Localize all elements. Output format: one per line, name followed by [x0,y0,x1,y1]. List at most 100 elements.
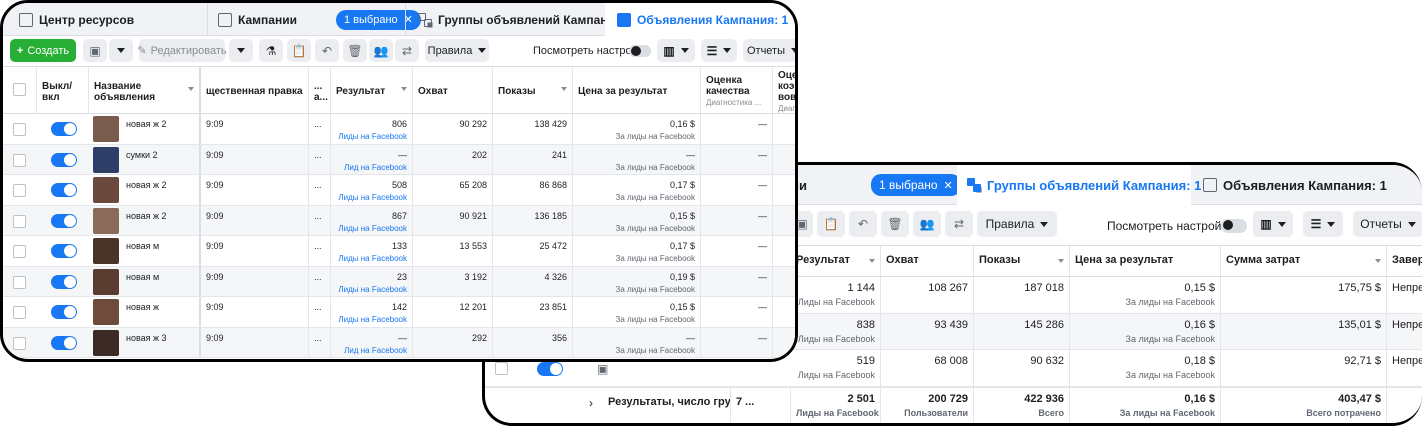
people-icon[interactable]: 👥 [913,211,941,237]
ad-name[interactable]: новая ж 3 [121,327,201,357]
clipboard-icon[interactable]: 📋 [817,211,845,237]
row-checkbox[interactable] [13,275,26,289]
selected-pill[interactable]: 1 выбрано ✕ [871,165,961,205]
trash-icon[interactable]: 🗑 [881,211,909,237]
ad-name[interactable]: новая м [121,266,201,296]
window-icon [617,12,631,27]
col-extra[interactable]: Оце коэ вов Диаг [773,67,795,113]
preview-icon[interactable]: ⇄ [945,211,973,237]
ad-name[interactable]: новая м [121,236,201,266]
row-toggle[interactable] [51,335,77,350]
col-reach[interactable]: Охват [881,246,974,276]
row-toggle[interactable] [51,244,77,258]
tab-resources[interactable]: Центр ресурсов [19,3,134,36]
copy-icon[interactable]: ▣ [83,39,107,62]
chevron-down-icon[interactable] [109,39,133,62]
table-row[interactable]: новая ж 3 9:09... — Лид на Facebook 292 356— З… [3,327,795,358]
table-row[interactable]: новая ж 2 9:09... 508 Лиды на Facebook 65 20… [3,175,795,206]
col-dots[interactable]: ... а... [309,67,331,113]
row-checkbox[interactable] [13,123,26,136]
rules-button[interactable]: Правила [425,39,489,62]
edit-button[interactable]: ✎ Редактировать [137,39,227,62]
columns-button[interactable]: ▥ [1253,211,1293,237]
extra-cell: — [773,236,795,266]
reach-cell: 13 553 [413,236,493,266]
tab-ads[interactable]: Объявления Кампания: 1 [1203,165,1387,205]
trash-icon[interactable]: 🗑 [343,39,367,62]
tab-adsets[interactable]: Группы объявлений Кампания: 1 [957,165,1201,205]
col-onoff[interactable]: Выкл/ вкл [37,67,89,113]
row-toggle[interactable] [51,213,77,228]
col-end[interactable]: Завер [1387,246,1422,276]
table-row[interactable]: новая ж 9:09... 142 Лиды на Facebook 12 201 2… [3,297,795,328]
clipboard-icon[interactable]: 📋 [287,39,311,62]
tab-adsets[interactable]: Группы объявлений Кампания: 1 [405,3,636,36]
row-checkbox[interactable] [13,336,26,350]
row-toggle[interactable] [51,152,77,167]
breakdown-button[interactable]: ☰ [701,39,737,62]
dots-cell: ... [309,297,331,327]
preview-icon[interactable]: ⇄ [395,39,419,62]
view-settings-toggle[interactable] [1221,219,1247,233]
col-cost[interactable]: Цена за результат [1070,246,1221,276]
row-toggle[interactable] [537,362,563,376]
tab-campaigns[interactable]: Кампании 1 выбрано ✕ [207,3,421,36]
row-toggle[interactable] [51,305,77,319]
totals-spend: 403,47 $ Всего потрачено [1221,388,1387,423]
create-button[interactable]: + Создать [10,39,76,62]
ad-name[interactable]: сумки 2 [121,144,201,174]
col-cost[interactable]: Цена за результат [573,67,701,113]
row-checkbox[interactable] [13,245,26,258]
table-row[interactable]: сумки 2 9:09... — Лид на Facebook 202 241— За … [3,144,795,175]
chevron-right-icon[interactable]: › [589,396,593,410]
close-icon[interactable]: ✕ [944,179,953,192]
table-row[interactable]: новая ж 2 9:09... 806 Лиды на Facebook 90 29… [3,114,795,145]
edit-time: 9:09 [201,236,309,266]
undo-icon[interactable]: ↶ [849,211,877,237]
totals-result: 2 501 Лиды на Facebook [791,388,881,423]
people-icon[interactable]: 👥 [369,39,393,62]
rules-button[interactable]: Правила [977,211,1057,237]
tab-ads[interactable]: Объявления Кампания: 1 [605,3,795,36]
reach-cell: 108 267 [881,277,974,313]
col-name[interactable]: Название объявления [89,67,201,113]
edit-time: 9:09 [201,114,309,144]
col-quality[interactable]: Оценка качества Диагностика ... [701,67,773,113]
row-checkbox[interactable] [495,362,508,375]
ad-name[interactable]: новая ж 2 [121,175,201,205]
ad-name[interactable]: новая ж [121,297,201,327]
quality-cell: — [701,266,773,296]
col-result[interactable]: Результат [331,67,413,113]
row-toggle[interactable] [51,183,77,197]
table-row[interactable]: новая ж 2 9:09... 867 Лиды на Facebook 90 92… [3,205,795,236]
ad-thumbnail [93,207,119,234]
row-checkbox[interactable] [13,306,26,319]
row-toggle[interactable] [51,122,77,136]
reports-button[interactable]: Отчеты [1353,211,1422,237]
col-impressions[interactable]: Показы [493,67,573,113]
ad-name[interactable]: новая ж 2 [121,205,201,235]
chevron-down-icon[interactable] [229,39,253,62]
table-row[interactable]: новая м 9:09... 23 Лиды на Facebook 3 192 4 3… [3,266,795,297]
breakdown-button[interactable]: ☰ [1303,211,1343,237]
row-checkbox[interactable] [13,184,26,197]
row-checkbox[interactable] [13,214,26,228]
col-spend[interactable]: Сумма затрат [1221,246,1387,276]
row-toggle[interactable] [51,274,77,289]
ad-name[interactable]: новая ж 2 [121,114,201,144]
select-all-checkbox[interactable] [13,83,26,96]
flask-icon[interactable]: ⚗ [259,39,283,62]
view-settings-toggle[interactable] [629,45,651,57]
row-checkbox[interactable] [13,153,26,167]
ad-thumbnail [93,268,119,295]
col-edit[interactable]: щественная правка [201,67,309,113]
reports-button[interactable]: Отчеты [743,39,795,62]
col-impressions[interactable]: Показы [974,246,1070,276]
col-result[interactable]: Результат [791,246,881,276]
ad-thumbnail [93,329,119,356]
undo-icon[interactable]: ↶ [315,39,339,62]
columns-button[interactable]: ▥ [657,39,695,62]
result-cell: 23 Лиды на Facebook [331,266,413,296]
table-row[interactable]: новая м 9:09... 133 Лиды на Facebook 13 553 2… [3,236,795,267]
col-reach[interactable]: Охват [413,67,493,113]
